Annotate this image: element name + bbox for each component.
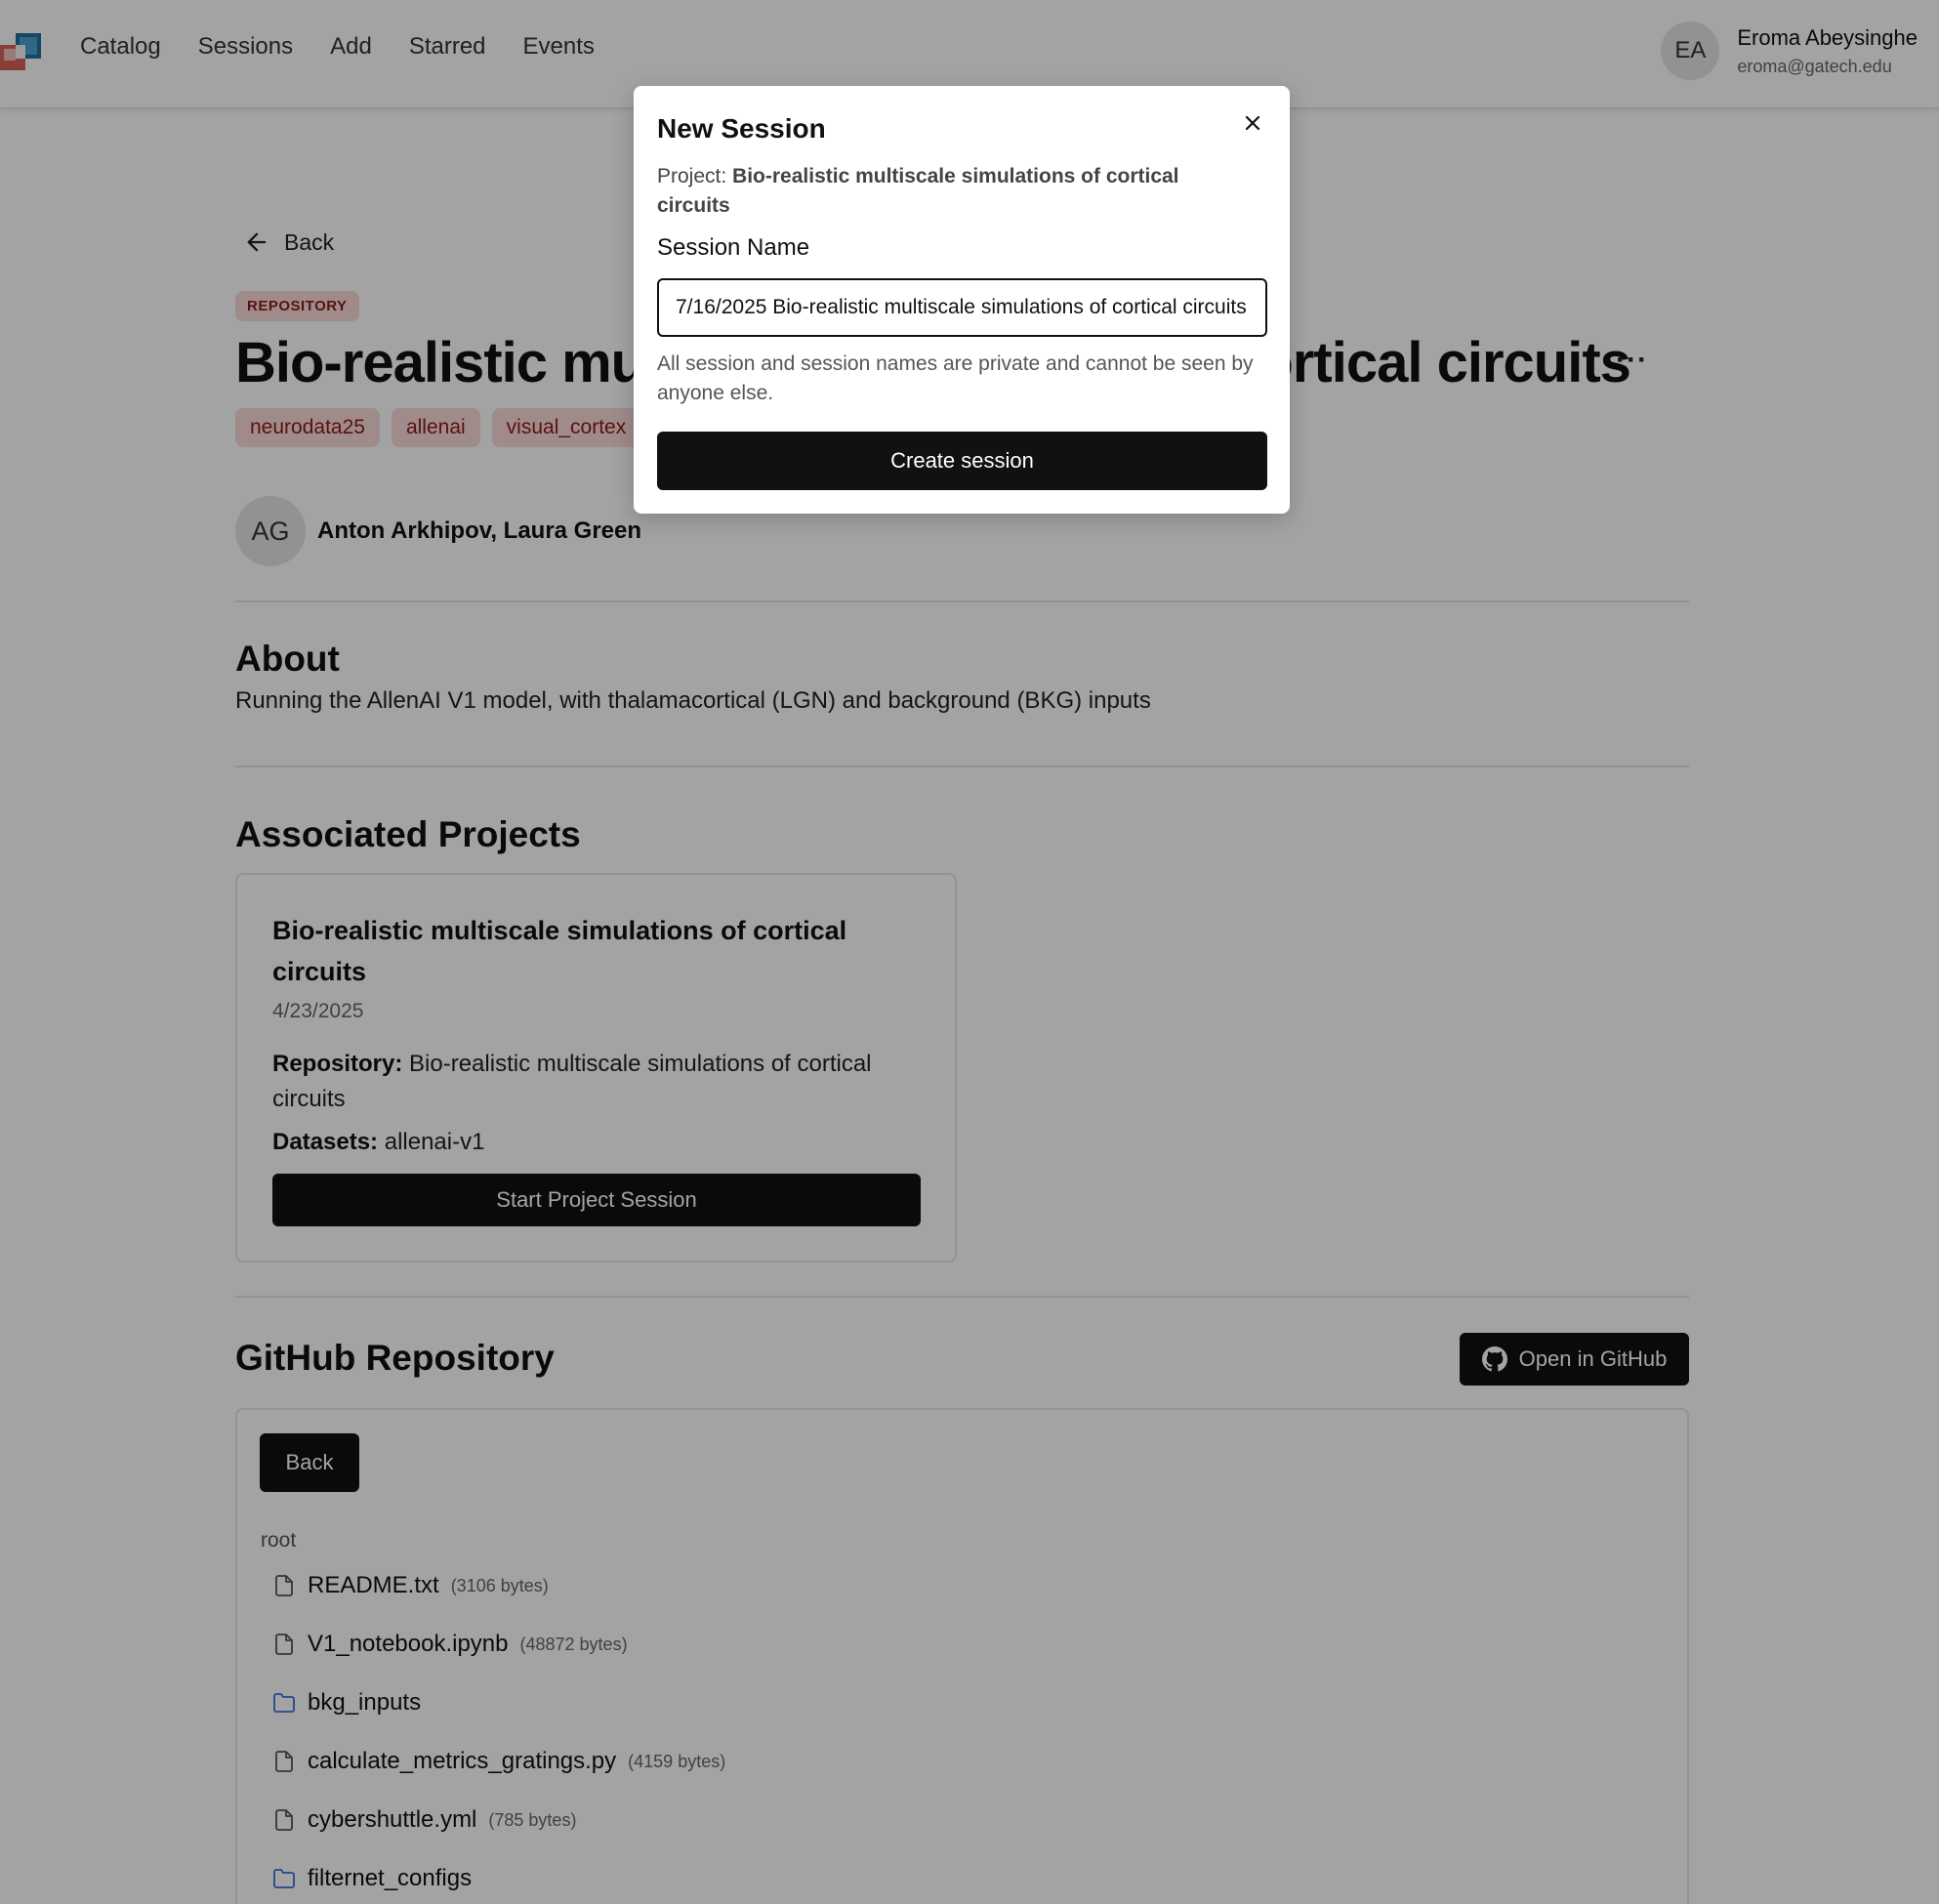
new-session-dialog: New Session Project: Bio-realistic multi… bbox=[634, 86, 1290, 514]
dialog-project: Project: Bio-realistic multiscale simula… bbox=[657, 162, 1253, 221]
dialog-project-name: Bio-realistic multiscale simulations of … bbox=[657, 165, 1179, 217]
close-icon[interactable] bbox=[1241, 111, 1264, 135]
session-name-label: Session Name bbox=[657, 234, 810, 261]
dialog-help-text: All session and session names are privat… bbox=[657, 352, 1254, 404]
session-name-input[interactable] bbox=[657, 278, 1267, 337]
dialog-title: New Session bbox=[657, 113, 826, 144]
dialog-project-label: Project: bbox=[657, 165, 727, 187]
create-session-button[interactable]: Create session bbox=[657, 432, 1267, 490]
